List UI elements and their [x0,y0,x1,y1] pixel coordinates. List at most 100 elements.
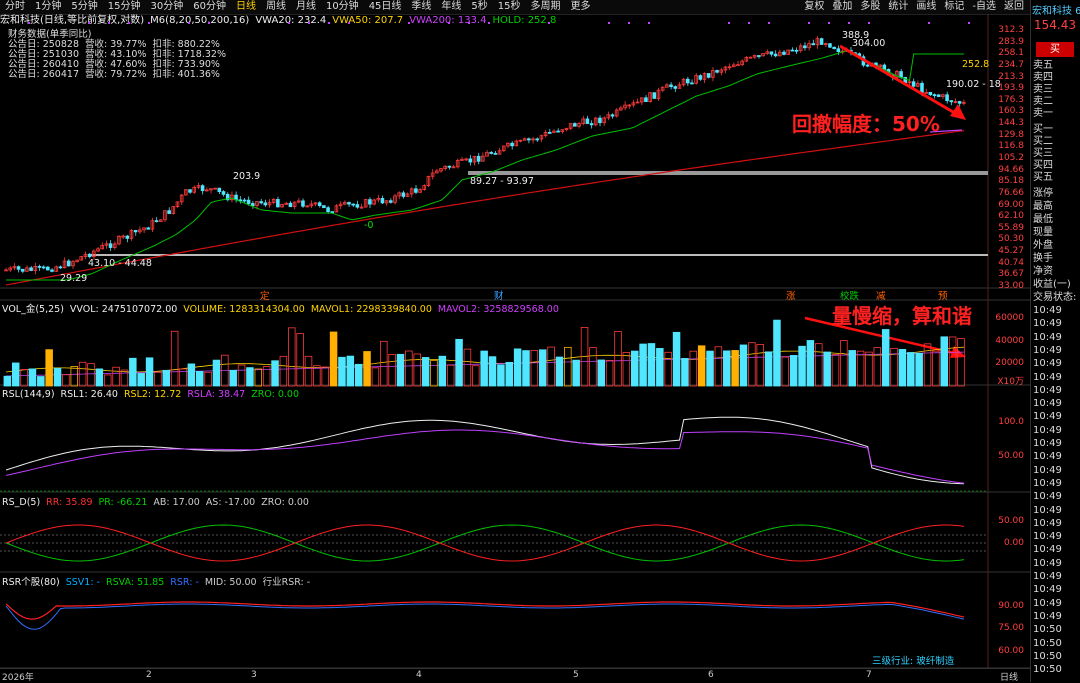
buy-level: 买三 [1033,148,1053,160]
volume-bar [498,365,505,386]
rsla-value: RSLA: 38.47 [187,389,245,400]
drawdown-annotation: 回撤幅度：50% [792,112,940,136]
candle [389,201,392,203]
trade-time: 10:49 [1033,558,1062,570]
volume-bar [815,344,822,386]
volume-bar [564,347,571,386]
candle [691,83,694,84]
trade-time: 10:49 [1033,598,1062,610]
candle [134,230,137,231]
rsd-title: RS_D(5) [2,497,40,508]
candle [686,79,689,83]
candle [573,124,576,127]
rsd-zro-value: ZRO: 0.00 [261,497,309,508]
as-value: AS: -17.00 [206,497,255,508]
volume-bar [88,364,95,386]
event-marker[interactable]: 定 [260,292,270,302]
buy-level: 买五 [1033,172,1053,184]
volume-bar [355,364,362,386]
volume-bar [447,365,454,386]
candle [414,189,417,193]
panel-price: 154.43 [1034,18,1076,32]
volume-bar [297,334,304,386]
range-43-label: 43.10 - 44.48 [88,259,152,269]
price-axis-label: 94.66 [988,165,1024,175]
volume-bars [4,320,964,386]
price-axis-label: 50.30 [988,234,1024,244]
volume-bar [548,347,555,386]
volume-bar [305,356,312,386]
volume-bar [113,367,120,386]
volume-bar [121,370,128,386]
volume-bar [857,351,864,386]
volume-bar [322,367,329,386]
volume-bar [539,350,546,386]
trade-time: 10:49 [1033,478,1062,490]
volume-bar [606,360,613,386]
candle [38,266,41,267]
event-marker[interactable]: 预 [938,292,948,302]
volume-bar [690,351,697,386]
candle [707,73,710,77]
volume-bar [12,363,19,386]
event-marker[interactable]: 财 [494,292,504,302]
price-axis-label: 258.1 [988,48,1024,58]
volume-bar [46,350,53,386]
volume-value: VOLUME: 1283314304.00 [183,304,305,315]
candle [59,267,62,268]
rsd-axis-label: 50.00 [988,516,1024,526]
candle [51,270,54,271]
volume-bar [272,361,279,386]
volume-bar [464,349,471,386]
stat-label: 现量 [1033,227,1053,239]
price-axis-label: 129.8 [988,130,1024,140]
volume-bar [907,353,914,386]
low-price-label: 29.29 [60,274,87,284]
candle [795,50,798,51]
event-marker[interactable]: 减 [876,292,886,302]
candle [933,95,936,96]
buy-button[interactable]: 买 [1036,42,1074,57]
price-axis-label: 234.7 [988,60,1024,70]
time-axis [0,668,1030,683]
volume-bar [899,349,906,386]
event-marker[interactable]: 涨 [786,292,796,302]
event-marker[interactable]: 校跌 [840,292,859,302]
price-axis-label: 176.3 [988,95,1024,105]
price-axis-label: 85.18 [988,176,1024,186]
trade-time: 10:49 [1033,305,1062,317]
volume-bar [866,352,873,386]
mid-value: MID: 50.00 [205,577,257,588]
price-axis-label: 45.27 [988,246,1024,256]
volume-bar [280,356,287,386]
volume-bar [958,339,965,386]
price-axis-label: 76.66 [988,188,1024,198]
candle [381,198,384,202]
volume-bar [631,351,638,386]
time-axis-label: 5 [573,670,579,680]
candle [109,244,112,248]
candle [716,70,719,72]
candle [490,152,493,153]
candle [276,199,279,207]
candle [494,153,497,154]
candle [302,201,305,206]
candle [783,52,786,54]
trade-time: 10:49 [1033,345,1062,357]
volume-bar [37,377,44,386]
sell-level: 卖四 [1033,72,1053,84]
rsl2-value: RSL2: 12.72 [124,389,181,400]
candle [260,202,263,203]
rsla-line [6,430,964,483]
volume-bar [849,350,856,386]
volume-bar [799,346,806,386]
stat-label: 涨停 [1033,188,1053,200]
volume-bar [573,360,580,386]
vol-header: VOL_金(5,25) VVOL: 2475107072.00 VOLUME: … [2,304,559,315]
volume-bar [163,370,170,386]
volume-bar [523,351,530,386]
volume-bar [439,356,446,386]
stat-label: 最高 [1033,201,1053,213]
rsr-axis-label: 90.00 [988,601,1024,611]
candle [645,98,648,102]
